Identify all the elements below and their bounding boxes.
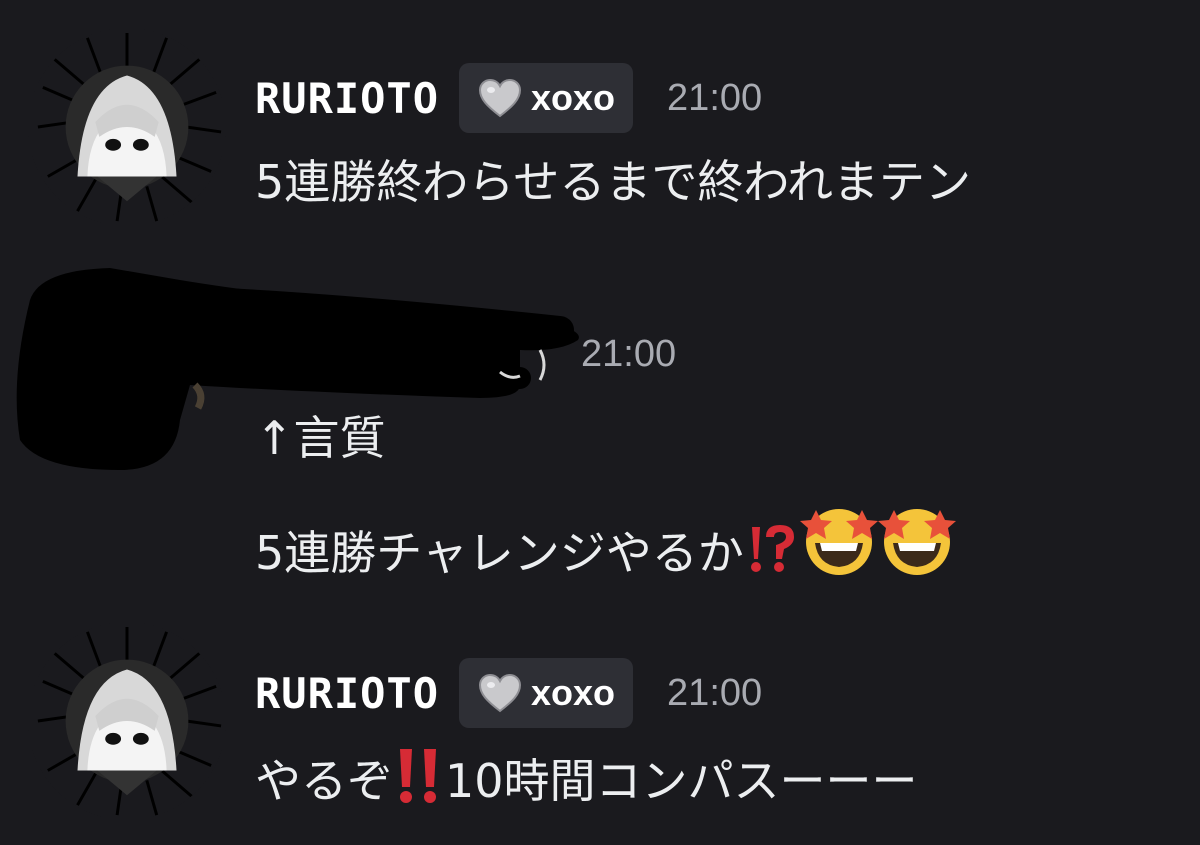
message-header: RURIOTO xoxo 21:00 (255, 657, 762, 729)
username[interactable]: RURIOTO (255, 669, 439, 718)
chat-log: RURIOTO xoxo 21:00 5連勝終わらせるまで終われまテン 21:0… (0, 0, 1200, 845)
avatar[interactable] (28, 622, 226, 820)
message-text: 5連勝チャレンジやるか (255, 503, 956, 591)
message-text: やるぞ 10時間コンパスーーー (255, 745, 918, 819)
double-exclamation-emoji-icon (393, 745, 445, 819)
message-text-span: やるぞ (255, 754, 393, 808)
star-struck-emoji-icon (877, 503, 956, 591)
interrobang-emoji-icon (744, 521, 800, 591)
message-text-span: 10時間コンパスーーー (445, 754, 918, 808)
server-tag-label: xoxo (531, 672, 616, 713)
server-tag[interactable]: xoxo (459, 658, 634, 728)
gray-heart-icon (477, 673, 523, 713)
timestamp: 21:00 (667, 76, 763, 119)
message-text-span: 5連勝チャレンジやるか (255, 526, 744, 580)
message-text: ↑言質 (255, 411, 386, 465)
timestamp: 21:00 (667, 671, 763, 714)
star-struck-emoji-icon (799, 503, 878, 591)
